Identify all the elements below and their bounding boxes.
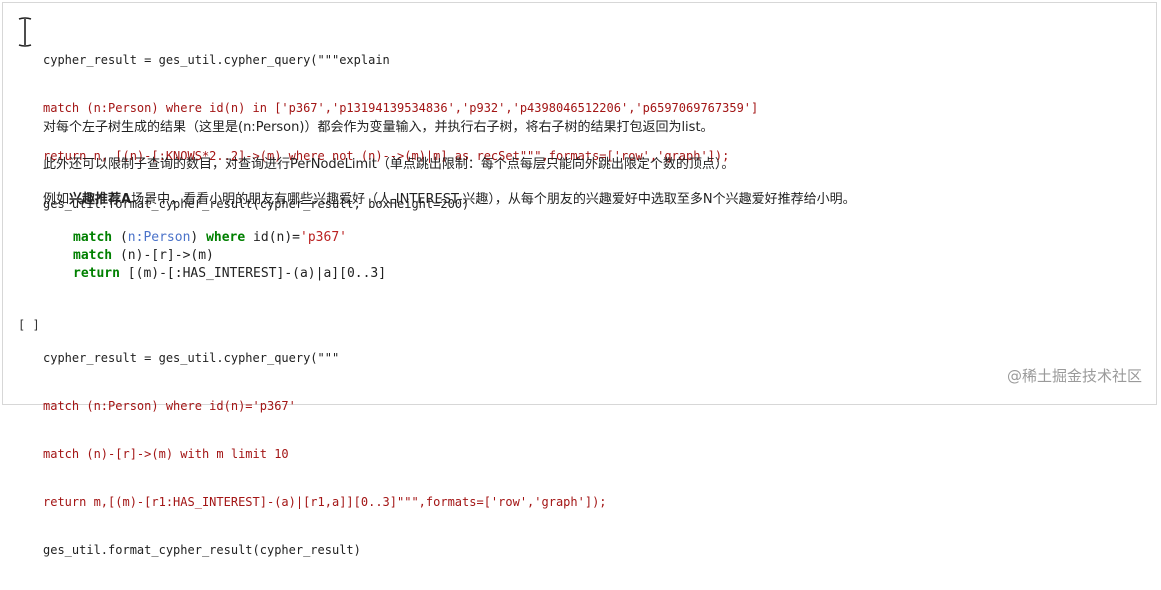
code-line: return m,[(m)-[r1:HAS_INTEREST]-(a)|[r1,…: [43, 495, 607, 509]
code-line: match (n)-[r]->(m): [73, 248, 214, 263]
cell-run-indicator[interactable]: [ ]: [18, 318, 40, 332]
text-cursor-icon: [18, 17, 32, 47]
markdown-paragraph-3: 例如兴趣推荐A场景中，看看小明的朋友有哪些兴趣爱好（人-INTEREST-兴趣）…: [43, 188, 856, 207]
code-line: match (n:Person) where id(n)='p367': [43, 399, 296, 413]
paragraph-suffix: 场景中，看看小明的朋友有哪些兴趣爱好（人-INTEREST-兴趣），从每个朋友的…: [131, 192, 856, 207]
markdown-paragraph-1: 对每个左子树生成的结果（这里是(n:Person)）都会作为变量输入，并执行右子…: [43, 120, 714, 135]
watermark: @稀土掘金技术社区: [1006, 367, 1142, 385]
code-line: cypher_result = ges_util.cypher_query(""…: [43, 53, 390, 67]
markdown-paragraph-2: 此外还可以限制子查询的数目，对查询进行PerNodeLimit（单点跳出限制：每…: [43, 157, 735, 172]
notebook-panel: cypher_result = ges_util.cypher_query(""…: [2, 2, 1157, 557]
paragraph-prefix: 例如: [43, 192, 70, 207]
markdown-code-block: match (n:Person) where id(n)='p367' match…: [73, 229, 386, 283]
code-line: match (n:Person) where id(n) in ['p367',…: [43, 101, 759, 115]
code-line: ges_util.format_cypher_result(cypher_res…: [43, 543, 361, 557]
paragraph-bold: 兴趣推荐A: [69, 192, 132, 207]
code-cell-2[interactable]: cypher_result = ges_util.cypher_query(""…: [43, 318, 607, 590]
code-line: match (n)-[r]->(m) with m limit 10: [43, 447, 289, 461]
code-line: cypher_result = ges_util.cypher_query(""…: [43, 351, 340, 365]
code-line: return [(m)-[:HAS_INTEREST]-(a)|a][0..3]: [73, 266, 387, 281]
code-line: match (n:Person) where id(n)='p367': [73, 230, 347, 245]
